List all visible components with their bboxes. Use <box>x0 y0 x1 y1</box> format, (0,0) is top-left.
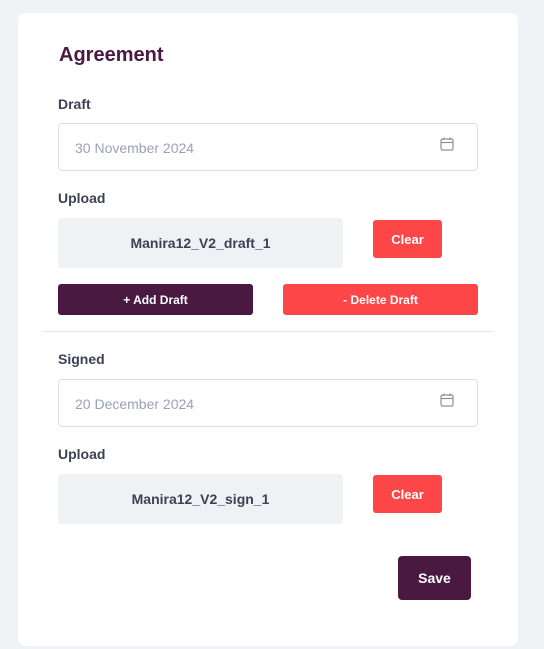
draft-clear-button[interactable]: Clear <box>373 220 442 258</box>
signed-label: Signed <box>58 351 105 367</box>
section-divider <box>43 331 493 332</box>
page-title: Agreement <box>59 44 164 66</box>
signed-upload-label: Upload <box>58 446 106 462</box>
agreement-card: Agreement Draft 30 November 2024 Upload … <box>18 13 518 646</box>
signed-date-value: 20 December 2024 <box>75 396 195 412</box>
calendar-icon[interactable] <box>439 136 455 152</box>
calendar-icon[interactable] <box>439 392 455 408</box>
signed-date-field[interactable]: 20 December 2024 <box>58 379 478 427</box>
draft-label: Draft <box>58 96 91 112</box>
draft-date-field[interactable]: 30 November 2024 <box>58 123 478 171</box>
draft-date-value: 30 November 2024 <box>75 140 195 156</box>
draft-file-box[interactable]: Manira12_V2_draft_1 <box>58 218 343 268</box>
save-button[interactable]: Save <box>398 556 471 600</box>
delete-draft-button[interactable]: - Delete Draft <box>283 284 478 315</box>
signed-clear-button[interactable]: Clear <box>373 475 442 513</box>
signed-file-box[interactable]: Manira12_V2_sign_1 <box>58 474 343 524</box>
draft-upload-label: Upload <box>58 190 106 206</box>
add-draft-button[interactable]: + Add Draft <box>58 284 253 315</box>
